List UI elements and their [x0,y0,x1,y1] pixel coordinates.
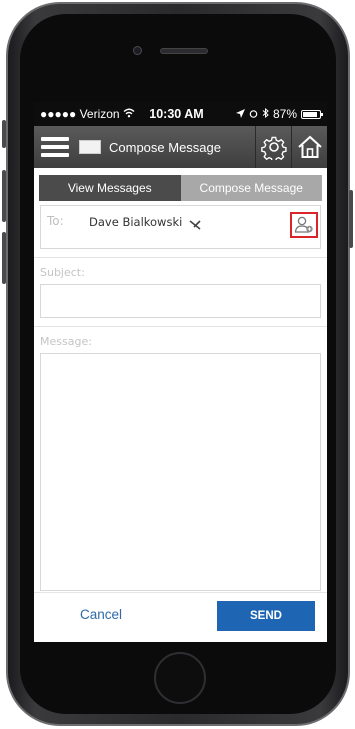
section-divider [34,257,327,258]
power-button [349,190,353,248]
subject-label: Subject: [40,266,85,279]
message-textarea[interactable] [40,353,321,591]
app-screen: ●●●●● Verizon 10:30 AM 87% Compose Messa… [34,102,327,642]
header-actions [255,126,327,168]
status-bar: ●●●●● Verizon 10:30 AM 87% [34,102,327,126]
wifi-icon [123,107,135,121]
message-tabs: View Messages Compose Message [39,175,322,201]
subject-input[interactable] [40,284,321,318]
to-label: To: [47,214,64,228]
front-camera [133,46,142,55]
location-arrow-icon [235,107,245,121]
tab-view-messages[interactable]: View Messages [39,175,181,201]
status-time: 10:30 AM [149,107,204,121]
carrier-signal: ●●●●● Verizon [40,107,136,121]
alarm-icon [249,107,258,121]
app-logo [79,140,101,154]
volume-down-button [2,232,6,284]
recipient-field[interactable]: To: Dave Bialkowski [40,205,321,249]
mute-switch [2,120,6,148]
message-label: Message: [40,335,92,348]
add-contact-button[interactable] [290,212,318,238]
battery-percent: 87% [272,107,297,121]
cancel-button[interactable]: Cancel [80,607,122,622]
app-header: Compose Message [34,126,327,168]
contact-add-icon [294,216,313,233]
bluetooth-icon [262,107,269,121]
menu-icon[interactable] [41,137,69,157]
status-indicators: 87% [217,107,323,121]
send-button[interactable]: SEND [217,601,315,631]
section-divider [34,326,327,327]
page-title: Compose Message [109,139,221,155]
settings-gear-icon[interactable] [255,126,291,168]
action-footer: Cancel SEND [34,592,327,642]
home-button[interactable] [154,652,206,704]
carrier-label: ●●●●● Verizon [40,107,120,121]
earpiece-speaker [160,48,208,54]
recipient-chip: Dave Bialkowski [89,215,183,229]
volume-up-button [2,170,6,222]
remove-recipient-icon[interactable] [188,216,202,235]
tab-compose-message[interactable]: Compose Message [180,175,322,201]
home-icon[interactable] [291,126,327,168]
battery-icon [301,109,323,119]
